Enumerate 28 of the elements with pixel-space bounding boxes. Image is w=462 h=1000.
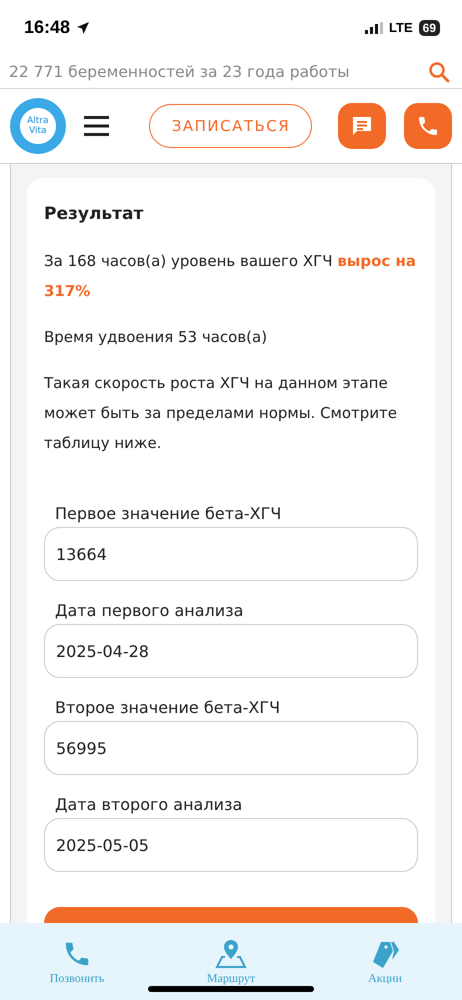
menu-icon[interactable] [84,116,110,136]
field-label: Дата второго анализа [55,795,244,814]
nav-item[interactable]: Позвонить [27,939,127,1000]
field-label: Второе значение бета-ХГЧ [55,698,282,717]
logo[interactable]: Altra Vita [10,98,66,154]
field-label: Первое значение бета-ХГЧ [55,504,282,523]
call-button[interactable] [404,103,452,149]
signal-icon [365,22,384,34]
result-summary: За 168 часов(а) уровень вашего ХГЧ вырос на 317% [44,251,418,302]
network-label: LTE [389,20,413,35]
battery-level: 69 [418,20,440,36]
status-time: 16:48 [24,17,70,38]
field-label: Дата первого анализа [55,601,244,620]
map-pin-icon [215,939,247,969]
result-title: Результат [44,204,144,224]
nav-item[interactable]: Акции [335,939,435,1000]
chat-button[interactable] [338,103,386,149]
location-arrow-icon [76,20,90,34]
input-field[interactable]: 56995 [44,721,418,775]
doubling-time: Время удвоения 53 часов(а) [44,327,268,348]
input-field[interactable]: 2025-05-05 [44,818,418,872]
search-icon[interactable] [428,60,450,82]
nav-item[interactable]: Маршрут [181,939,281,1000]
result-note: Такая скорость роста ХГЧ на данном этапе может быть за пределами нормы. Смотрите таблицу ниже. [44,373,398,454]
tagline: 22 771 беременностей за 23 года работы [9,62,350,80]
book-button[interactable]: ЗАПИСАТЬСЯ [149,104,312,148]
input-field[interactable]: 13664 [44,527,418,581]
input-field[interactable]: 2025-04-28 [44,624,418,678]
